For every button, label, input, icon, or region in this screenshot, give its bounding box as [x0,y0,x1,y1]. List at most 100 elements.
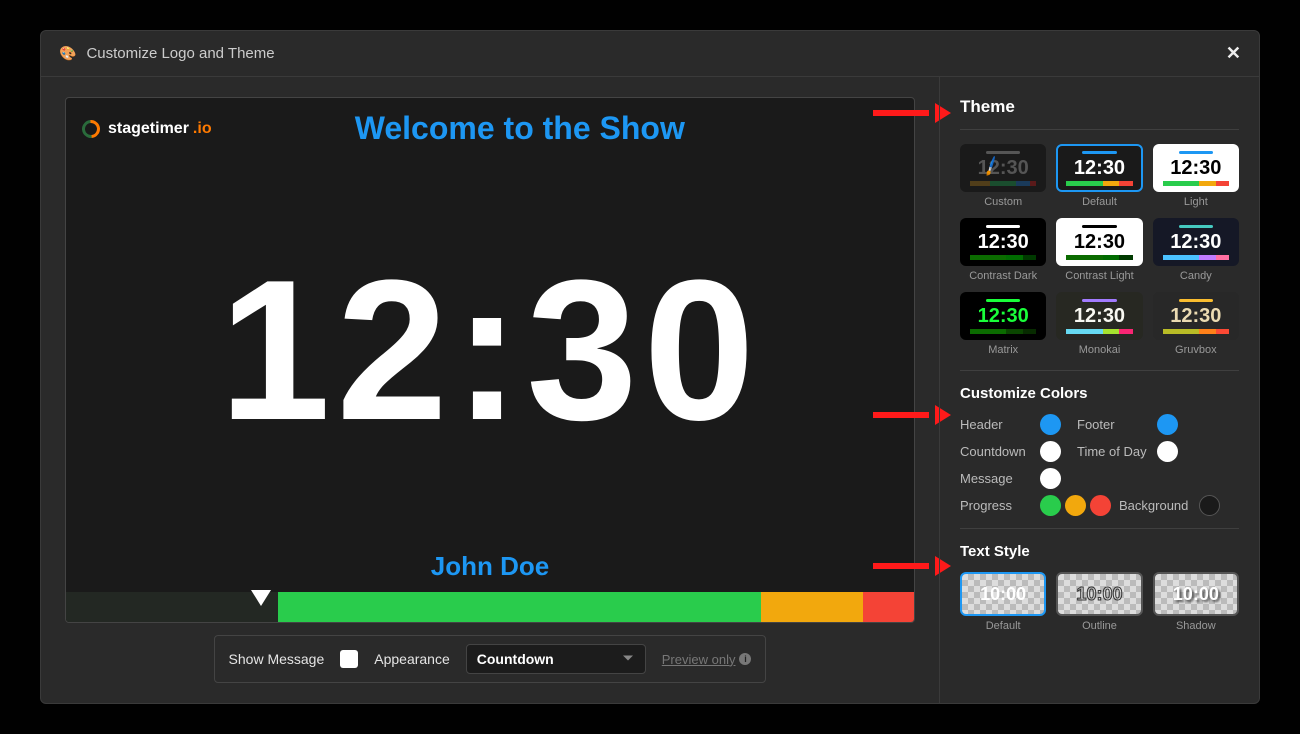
textstyle-label: Outline [1056,620,1142,632]
progress-marker-icon [251,590,271,606]
settings-column: Theme 🖌️ 12:30 Custom 12:30 [939,77,1259,703]
info-icon: i [739,653,751,665]
progress-segment-red [863,592,914,622]
theme-time: 12:30 [1170,157,1221,180]
textstyle-option-outline[interactable]: 10:00 Outline [1056,572,1142,632]
theme-option-matrix[interactable]: 12:30 Matrix [960,292,1046,356]
divider [960,528,1239,529]
textstyle-sample: 10:00 [1173,584,1219,605]
preview-only-link[interactable]: Preview only i [662,652,752,667]
appearance-value: Countdown [477,651,554,667]
preview-headline: Welcome to the Show [142,110,898,147]
preview-header-row: stagetimer.io Welcome to the Show [66,98,914,151]
theme-swatch: 12:30 [1153,218,1239,266]
preview-column: stagetimer.io Welcome to the Show 12:30 … [41,77,939,703]
theme-label: Candy [1153,270,1239,282]
color-label-footer: Footer [1077,417,1157,432]
theme-time: 12:30 [1170,305,1221,328]
palette-icon: 🎨 [59,45,76,62]
color-swatch-message[interactable] [1040,468,1061,489]
color-swatch-footer[interactable] [1157,414,1178,435]
color-swatch-progress-2[interactable] [1065,495,1086,516]
theme-swatch: 12:30 [960,218,1046,266]
modal-body: stagetimer.io Welcome to the Show 12:30 … [41,77,1259,703]
theme-time: 12:30 [978,305,1029,328]
logo-spinner-icon [78,116,103,141]
modal-header: 🎨 Customize Logo and Theme ✕ [41,31,1259,77]
theme-label: Contrast Light [1056,270,1142,282]
theme-option-custom[interactable]: 🖌️ 12:30 Custom [960,144,1046,208]
textstyle-swatch: 10:00 [1056,572,1142,616]
progress-segment-green [278,592,761,622]
color-rows: Header Footer Countdown Time of Day Mess… [960,414,1239,516]
preview-controls-bar: Show Message Appearance Countdown Previe… [214,635,767,683]
textstyle-swatch: 10:00 [1153,572,1239,616]
theme-option-monokai[interactable]: 12:30 Monokai [1056,292,1142,356]
color-swatch-progress-3[interactable] [1090,495,1111,516]
color-label-countdown: Countdown [960,444,1040,459]
theme-label: Matrix [960,344,1046,356]
textstyle-section-title: Text Style [960,543,1239,560]
theme-swatch: 12:30 [1056,144,1142,192]
preview-progress-bar [66,592,914,622]
theme-swatch: 12:30 [1153,144,1239,192]
theme-label: Default [1056,196,1142,208]
preview-time: 12:30 [66,151,914,551]
show-message-label: Show Message [229,651,325,667]
theme-option-light[interactable]: 12:30 Light [1153,144,1239,208]
theme-option-default[interactable]: 12:30 Default [1056,144,1142,208]
theme-time: 12:30 [1074,157,1125,180]
color-label-header: Header [960,417,1040,432]
close-icon[interactable]: ✕ [1226,43,1241,64]
theme-grid: 🖌️ 12:30 Custom 12:30 Default [960,144,1239,356]
theme-time: 12:30 [1074,305,1125,328]
theme-label: Light [1153,196,1239,208]
theme-swatch: 12:30 [960,292,1046,340]
color-swatch-progress-1[interactable] [1040,495,1061,516]
preview-only-label: Preview only [662,652,736,667]
theme-option-contrast-light[interactable]: 12:30 Contrast Light [1056,218,1142,282]
theme-swatch: 12:30 [1056,292,1142,340]
textstyle-grid: 10:00 Default 10:00 Outline 10:00 Shadow [960,572,1239,632]
show-message-checkbox[interactable] [340,650,358,668]
color-swatch-timeofday[interactable] [1157,441,1178,462]
theme-time: 12:30 [1074,231,1125,254]
theme-swatch: 12:30 [1056,218,1142,266]
color-swatch-countdown[interactable] [1040,441,1061,462]
textstyle-label: Default [960,620,1046,632]
theme-swatch: 12:30 [1153,292,1239,340]
color-swatch-background[interactable] [1199,495,1220,516]
textstyle-sample: 10:00 [980,584,1026,605]
textstyle-option-shadow[interactable]: 10:00 Shadow [1153,572,1239,632]
color-label-timeofday: Time of Day [1077,444,1157,459]
appearance-label: Appearance [374,651,450,667]
theme-label: Gruvbox [1153,344,1239,356]
theme-option-gruvbox[interactable]: 12:30 Gruvbox [1153,292,1239,356]
color-label-message: Message [960,471,1040,486]
theme-label: Monokai [1056,344,1142,356]
appearance-select[interactable]: Countdown [466,644,646,674]
theme-section-title: Theme [960,97,1239,117]
theme-time: 12:30 [1170,231,1221,254]
color-swatch-header[interactable] [1040,414,1061,435]
textstyle-swatch: 10:00 [960,572,1046,616]
color-label-background: Background [1119,498,1199,513]
preview-footer: John Doe [66,551,914,592]
customize-modal: 🎨 Customize Logo and Theme ✕ stagetimer.… [40,30,1260,704]
color-label-progress: Progress [960,498,1040,513]
theme-option-candy[interactable]: 12:30 Candy [1153,218,1239,282]
colors-section-title: Customize Colors [960,385,1239,402]
modal-title: Customize Logo and Theme [86,45,1225,62]
textstyle-sample: 10:00 [1076,584,1122,605]
theme-time: 12:30 [978,231,1029,254]
theme-label: Contrast Dark [960,270,1046,282]
divider [960,370,1239,371]
textstyle-label: Shadow [1153,620,1239,632]
timer-preview: stagetimer.io Welcome to the Show 12:30 … [65,97,915,623]
progress-segment-orange [761,592,863,622]
divider [960,129,1239,130]
theme-swatch: 🖌️ 12:30 [960,144,1046,192]
textstyle-option-default[interactable]: 10:00 Default [960,572,1046,632]
theme-option-contrast-dark[interactable]: 12:30 Contrast Dark [960,218,1046,282]
theme-label: Custom [960,196,1046,208]
